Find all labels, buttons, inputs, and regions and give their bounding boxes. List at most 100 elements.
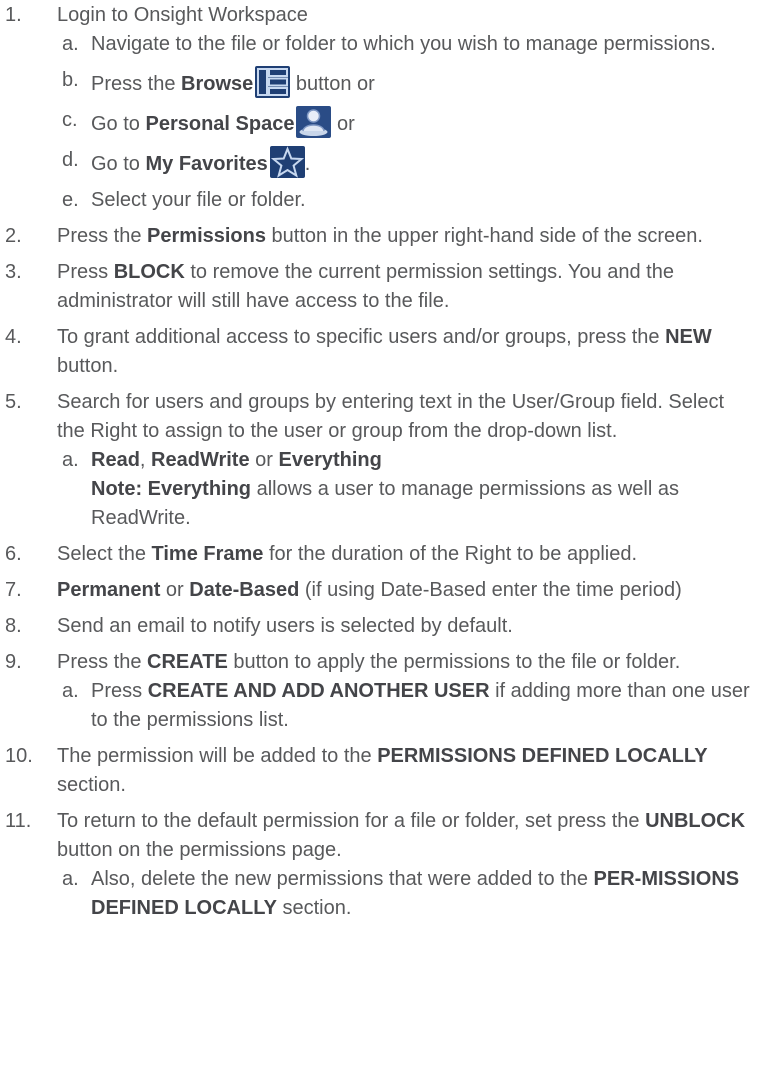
text-run: or xyxy=(249,449,279,471)
browse-icon xyxy=(255,66,291,98)
substep-item: a. Also, delete the new permissions that … xyxy=(0,865,751,923)
text-run: The permission will be added to the xyxy=(57,745,378,767)
substep-letter: a. xyxy=(62,680,79,702)
step-item: 3. Press BLOCK to remove the current perm… xyxy=(0,258,751,316)
substep-text: Go to My Favorites. xyxy=(91,146,751,179)
substep-text: Press CREATE AND ADD ANOTHER USER if add… xyxy=(91,677,751,735)
text-run: button. xyxy=(57,355,119,377)
text-run: , xyxy=(139,449,152,471)
text-run: button on the permissions page. xyxy=(57,839,342,861)
bold-term: My Favorites xyxy=(145,153,268,175)
text-run: Navigate to the file or folder to which … xyxy=(91,33,716,55)
substep-text: Also, delete the new permissions that we… xyxy=(91,865,751,923)
steps-list: 1. Login to Onsight Workspace a. Navigate t… xyxy=(0,1,751,923)
text-run: To return to the default permission for … xyxy=(57,810,646,832)
step-number: 11. xyxy=(5,810,32,832)
substep-letter: d. xyxy=(62,149,79,171)
bold-term: Time Frame xyxy=(151,543,264,565)
text-run: Go to xyxy=(91,153,146,175)
step-text: Select the Time Frame for the duration o… xyxy=(57,540,751,569)
bold-term: CREATE xyxy=(147,651,228,673)
step-number: 3. xyxy=(5,261,22,283)
step-item: 7. Permanent or Date-Based (if using Date… xyxy=(0,576,751,605)
substep-item: b. Press the Browse button or xyxy=(0,66,751,99)
substep-letter: a. xyxy=(62,449,79,471)
step-number: 1. xyxy=(5,4,22,26)
step-text: The permission will be added to the PERM… xyxy=(57,742,751,800)
bold-term: Personal Space xyxy=(145,113,295,135)
text-run: Press the xyxy=(57,651,148,673)
bold-term: UNBLOCK xyxy=(645,810,746,832)
text-run: Press xyxy=(91,680,148,702)
bold-term: ReadWrite xyxy=(151,449,250,471)
text-run: Press the xyxy=(57,225,148,247)
bold-term: Everything xyxy=(278,449,382,471)
text-run: To grant additional access to specific u… xyxy=(57,326,666,348)
text-run: for the duration of the Right to be appl… xyxy=(263,543,638,565)
text-run: Go to xyxy=(91,113,146,135)
step-item: 8. Send an email to notify users is selec… xyxy=(0,612,751,641)
substep-letter: b. xyxy=(62,69,79,91)
step-number: 6. xyxy=(5,543,22,565)
bold-term: Date-Based xyxy=(189,579,300,601)
step-item: 6. Select the Time Frame for the duration… xyxy=(0,540,751,569)
step-item: 9. Press the CREATE button to apply the p… xyxy=(0,648,751,735)
bold-term: Permissions xyxy=(147,225,266,247)
bold-term: Read xyxy=(91,449,140,471)
text-run: Send an email to notify users is selecte… xyxy=(57,615,513,637)
text-run: Search for users and groups by entering … xyxy=(57,391,725,442)
substep-item: c. Go to Personal Space or xyxy=(0,106,751,139)
step-item: 1. Login to Onsight Workspace a. Navigate t… xyxy=(0,1,751,215)
step-number: 7. xyxy=(5,579,22,601)
step-number: 5. xyxy=(5,391,22,413)
step-number: 9. xyxy=(5,651,22,673)
step-number: 4. xyxy=(5,326,22,348)
substep-letter: a. xyxy=(62,33,79,55)
text-run: button or xyxy=(290,73,375,95)
substep-item: d. Go to My Favorites. xyxy=(0,146,751,179)
instructions-document: 1. Login to Onsight Workspace a. Navigate t… xyxy=(0,0,759,923)
substeps-list: a. Also, delete the new permissions that … xyxy=(57,865,751,923)
step-text: Login to Onsight Workspace xyxy=(57,1,751,30)
substeps-list: a. Navigate to the file or folder to whic… xyxy=(57,30,751,215)
step-item: 2. Press the Permissions button in the up… xyxy=(0,222,751,251)
text-run: or xyxy=(160,579,190,601)
step-number: 2. xyxy=(5,225,22,247)
substep-item: e. Select your file or folder. xyxy=(0,186,751,215)
substeps-list: a. Press CREATE AND ADD ANOTHER USER if a… xyxy=(57,677,751,735)
substep-item: a. Navigate to the file or folder to whic… xyxy=(0,30,751,59)
text-run: section. xyxy=(57,774,126,796)
step-item: 10. The permission will be added to the P… xyxy=(0,742,751,800)
substep-text: Go to Personal Space or xyxy=(91,106,751,139)
substep-letter: c. xyxy=(62,109,78,131)
substep-text: Select your file or folder. xyxy=(91,186,751,215)
text-run: Select the xyxy=(57,543,152,565)
bold-term: Browse xyxy=(181,73,254,95)
text-run: section. xyxy=(276,897,352,919)
bold-term: Note: Everything xyxy=(91,478,252,500)
text-run: or xyxy=(331,113,355,135)
text-run: Select your file or folder. xyxy=(91,189,306,211)
step-number: 10. xyxy=(5,745,33,767)
bold-term: Permanent xyxy=(57,579,161,601)
step-text: Permanent or Date-Based (if using Date-B… xyxy=(57,576,751,605)
bold-term: PERMISSIONS DEFINED LOCALLY xyxy=(377,745,708,767)
text-run: Also, delete the new permissions that we… xyxy=(91,868,594,890)
text-run: (if using Date-Based enter the time peri… xyxy=(299,579,682,601)
step-text: To grant additional access to specific u… xyxy=(57,323,751,381)
step-number: 8. xyxy=(5,615,22,637)
step-item: 11. To return to the default permission f… xyxy=(0,807,751,923)
substep-text: Read, ReadWrite or Everything Note: Every… xyxy=(91,446,751,533)
substep-letter: e. xyxy=(62,189,79,211)
bold-term: NEW xyxy=(665,326,712,348)
step-text: To return to the default permission for … xyxy=(57,807,751,865)
substep-item: a. Press CREATE AND ADD ANOTHER USER if a… xyxy=(0,677,751,735)
personal-space-icon xyxy=(296,106,332,138)
star-icon xyxy=(269,146,305,178)
text-run: . xyxy=(304,153,311,175)
step-text: Search for users and groups by entering … xyxy=(57,388,751,446)
step-text: Press BLOCK to remove the current permis… xyxy=(57,258,751,316)
text-run: button in the upper right-hand side of t… xyxy=(266,225,703,247)
substep-item: a. Read, ReadWrite or Everything Note: Eve… xyxy=(0,446,751,533)
text-run: button to apply the permissions to the f… xyxy=(227,651,681,673)
